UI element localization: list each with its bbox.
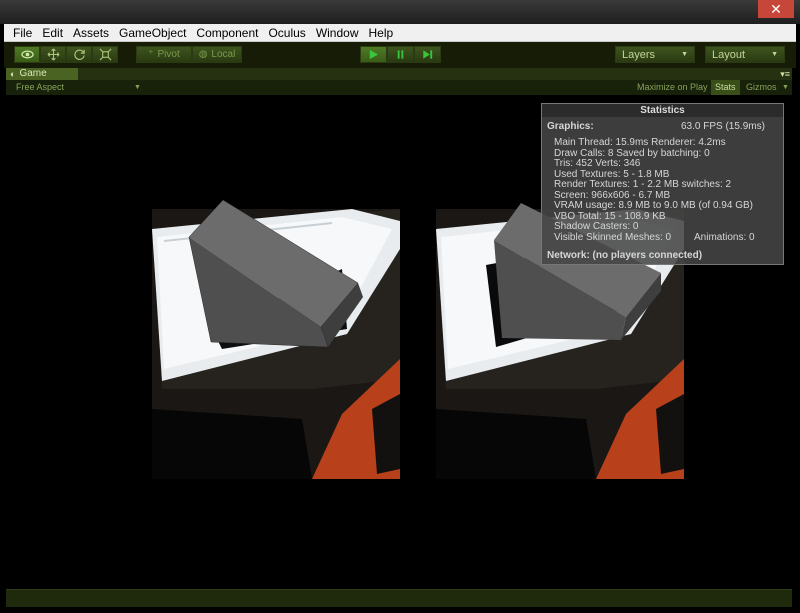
menu-oculus[interactable]: Oculus bbox=[263, 24, 310, 42]
menu-bar: File Edit Assets GameObject Component Oc… bbox=[4, 24, 796, 42]
move-tool-button[interactable] bbox=[40, 46, 66, 63]
game-tab-bar: ◐ Game ▾≡ bbox=[6, 68, 792, 80]
pivot-label: Pivot bbox=[157, 49, 180, 60]
menu-edit[interactable]: Edit bbox=[37, 24, 68, 42]
game-tab-label: Game bbox=[19, 68, 47, 79]
menu-assets[interactable]: Assets bbox=[68, 24, 114, 42]
pivot-group: ⁺ Pivot ◍ Local bbox=[136, 46, 242, 63]
layout-dropdown[interactable]: Layout ▼ bbox=[705, 46, 785, 63]
local-icon: ◍ bbox=[198, 49, 208, 60]
step-button[interactable] bbox=[414, 46, 441, 63]
animations-stat: Animations: 0 bbox=[694, 232, 755, 243]
layers-group: Layers ▼ bbox=[615, 46, 695, 63]
layers-dropdown[interactable]: Layers ▼ bbox=[615, 46, 695, 63]
menu-window[interactable]: Window bbox=[311, 24, 364, 42]
menu-file[interactable]: File bbox=[8, 24, 37, 42]
chevron-down-icon: ▼ bbox=[134, 84, 141, 91]
stat-line: Tris: 452 Verts: 346 bbox=[554, 158, 641, 169]
maximize-on-play-toggle[interactable]: Maximize on Play bbox=[637, 80, 708, 95]
window-close-button[interactable]: ✕ bbox=[758, 0, 794, 18]
tab-menu-icon[interactable]: ▾≡ bbox=[780, 69, 790, 79]
game-controller-icon: ◐ bbox=[10, 69, 16, 79]
layout-label: Layout bbox=[712, 48, 746, 61]
pivot-icon: ⁺ bbox=[148, 49, 154, 60]
tab-game[interactable]: ◐ Game bbox=[6, 68, 78, 80]
pivot-button[interactable]: ⁺ Pivot bbox=[136, 46, 192, 63]
eye-icon bbox=[20, 50, 34, 59]
scale-tool-button[interactable] bbox=[92, 46, 118, 63]
menu-help[interactable]: Help bbox=[364, 24, 399, 42]
left-cube bbox=[188, 199, 363, 348]
transform-tools bbox=[14, 46, 118, 63]
stat-line: Render Textures: 1 - 2.2 MB switches: 2 bbox=[554, 179, 732, 190]
move-arrows-icon bbox=[47, 48, 59, 61]
aspect-dropdown[interactable]: Free Aspect bbox=[16, 80, 64, 95]
scale-icon bbox=[99, 48, 111, 61]
pause-button[interactable] bbox=[387, 46, 414, 63]
local-label: Local bbox=[211, 49, 236, 60]
menu-gameobject[interactable]: GameObject bbox=[114, 24, 191, 42]
statistics-panel: Statistics Graphics: 63.0 FPS (15.9ms) M… bbox=[541, 103, 784, 265]
game-view-controls: Free Aspect ▼ Maximize on Play Stats Giz… bbox=[6, 80, 792, 95]
stat-line: VRAM usage: 8.9 MB to 9.0 MB (of 0.94 GB… bbox=[554, 200, 753, 211]
window-titlebar: ✕ bbox=[0, 0, 800, 24]
network-label: Network: (no players connected) bbox=[547, 250, 703, 261]
stat-line: Shadow Casters: 0 bbox=[554, 221, 639, 232]
chevron-down-icon: ▼ bbox=[771, 51, 778, 58]
fps-value: 63.0 FPS (15.9ms) bbox=[681, 121, 765, 132]
play-button[interactable] bbox=[360, 46, 387, 63]
stats-toggle[interactable]: Stats bbox=[711, 80, 740, 95]
layout-group: Layout ▼ bbox=[705, 46, 785, 63]
menu-component[interactable]: Component bbox=[191, 24, 263, 42]
pause-icon bbox=[397, 50, 404, 59]
rotate-icon bbox=[73, 49, 85, 60]
chevron-down-icon: ▼ bbox=[681, 51, 688, 58]
play-controls bbox=[360, 46, 441, 63]
skinned-meshes-stat: Visible Skinned Meshes: 0 bbox=[554, 232, 672, 243]
local-button[interactable]: ◍ Local bbox=[192, 46, 242, 63]
view-tool-button[interactable] bbox=[14, 46, 40, 63]
chevron-down-icon: ▼ bbox=[782, 84, 789, 91]
play-icon bbox=[369, 49, 379, 60]
stat-line: Main Thread: 15.9ms Renderer: 4.2ms bbox=[554, 137, 726, 148]
gizmos-dropdown[interactable]: Gizmos bbox=[746, 80, 777, 95]
layers-label: Layers bbox=[622, 48, 656, 61]
statistics-title: Statistics bbox=[542, 104, 783, 117]
step-icon bbox=[423, 50, 433, 59]
rotate-tool-button[interactable] bbox=[66, 46, 92, 63]
status-bar bbox=[6, 589, 792, 607]
toolbar: ⁺ Pivot ◍ Local Layers ▼ Layout ▼ bbox=[4, 42, 796, 68]
graphics-label: Graphics: bbox=[547, 121, 594, 132]
